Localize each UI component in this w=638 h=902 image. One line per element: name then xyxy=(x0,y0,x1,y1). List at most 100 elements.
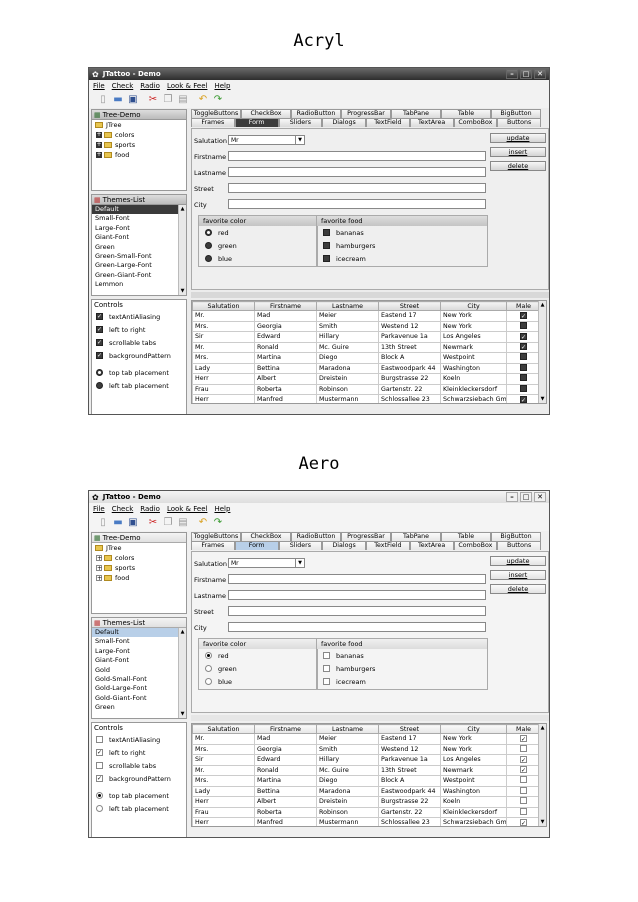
table-cell[interactable]: Kleinkleckersdorf xyxy=(440,383,507,395)
city-field[interactable] xyxy=(228,622,486,632)
tab[interactable]: TextArea xyxy=(409,541,454,550)
expand-icon[interactable]: + xyxy=(96,565,102,572)
tree-node[interactable]: + colors xyxy=(92,553,186,563)
table-cell[interactable]: Mustermann xyxy=(316,394,379,403)
table-cell[interactable]: Koeln xyxy=(440,373,507,385)
tree-node[interactable]: + food xyxy=(92,150,186,160)
expand-icon[interactable]: + xyxy=(96,555,102,562)
male-cell[interactable] xyxy=(506,320,541,332)
tab[interactable]: ProgressBar xyxy=(341,109,391,118)
theme-list-item[interactable]: Default xyxy=(92,628,186,638)
color-radio[interactable]: red xyxy=(199,649,317,662)
table-cell[interactable]: Lady xyxy=(192,785,255,797)
checkbox-icon[interactable] xyxy=(323,229,330,236)
table-cell[interactable]: 13th Street xyxy=(378,764,441,776)
table-row[interactable]: Herr Albert Dreistein Burgstrasse 22 Koeln xyxy=(192,373,541,385)
male-cell[interactable] xyxy=(506,362,541,374)
table-row[interactable]: Mrs. Martina Diego Block A Westpoint xyxy=(192,775,541,787)
table-cell[interactable]: Mrs. xyxy=(192,320,255,332)
table-cell[interactable]: Georgia xyxy=(254,743,317,755)
column-header[interactable]: City xyxy=(440,301,507,311)
checkbox-icon[interactable] xyxy=(323,652,330,659)
checkbox-icon[interactable] xyxy=(96,736,103,743)
table-cell[interactable]: Gartenstr. 22 xyxy=(378,806,441,818)
tab[interactable]: ProgressBar xyxy=(341,532,391,541)
radio-icon[interactable] xyxy=(205,242,212,249)
city-field[interactable] xyxy=(228,199,486,209)
control-checkbox[interactable]: scrollable tabs xyxy=(92,759,186,772)
table-cell[interactable]: Georgia xyxy=(254,320,317,332)
table-cell[interactable]: Edward xyxy=(254,754,317,766)
checkbox-icon[interactable]: ✓ xyxy=(96,775,103,782)
tab[interactable]: Form xyxy=(234,541,279,550)
checkbox-icon[interactable] xyxy=(520,744,527,752)
theme-list-item[interactable]: Green xyxy=(92,243,186,252)
insert-button[interactable]: insert xyxy=(490,147,546,157)
column-header[interactable]: Street xyxy=(378,301,441,311)
table-row[interactable]: Mrs. Georgia Smith Westend 12 New York xyxy=(192,743,541,755)
checkbox-icon[interactable]: ✓ xyxy=(520,734,527,743)
checkbox-icon[interactable] xyxy=(323,242,330,249)
male-cell[interactable] xyxy=(506,373,541,385)
table-cell[interactable]: Koeln xyxy=(440,796,507,808)
checkbox-icon[interactable]: ✓ xyxy=(520,343,527,351)
table-row[interactable]: Sir Edward Hillary Parkavenue 1a Los Angeles… xyxy=(192,754,541,766)
table-row[interactable]: Lady Bettina Maradona Eastwoodpark 44 Washin… xyxy=(192,362,541,374)
tab[interactable]: Frames xyxy=(191,118,235,127)
male-cell[interactable]: ✓ xyxy=(506,341,541,353)
table-cell[interactable]: Block A xyxy=(378,352,441,364)
table-cell[interactable]: New York xyxy=(440,310,507,322)
checkbox-icon[interactable] xyxy=(520,786,527,794)
salutation-select[interactable]: Mr ▼ xyxy=(228,135,305,145)
checkbox-icon[interactable]: ✓ xyxy=(96,339,103,346)
theme-list-item[interactable]: Small-Font xyxy=(92,637,186,646)
split-divider[interactable] xyxy=(191,715,549,721)
lastname-field[interactable] xyxy=(228,167,486,177)
table-cell[interactable]: Martina xyxy=(254,352,317,364)
table-cell[interactable]: Mr. xyxy=(192,341,255,353)
minimize-icon[interactable]: – xyxy=(506,492,518,502)
radio-icon[interactable] xyxy=(96,805,103,812)
table-cell[interactable]: 13th Street xyxy=(378,341,441,353)
cut-icon[interactable]: ✂ xyxy=(147,517,159,529)
table-cell[interactable]: Dreistein xyxy=(316,373,379,385)
tab[interactable]: Buttons xyxy=(497,118,541,127)
column-header[interactable]: Firstname xyxy=(254,724,317,734)
scroll-down-icon[interactable]: ▼ xyxy=(539,818,546,826)
menu-item[interactable]: Check xyxy=(112,82,134,90)
male-cell[interactable] xyxy=(506,785,541,797)
column-header[interactable]: Salutation xyxy=(192,301,255,311)
theme-list-item[interactable]: Lemmon xyxy=(92,280,186,289)
street-field[interactable] xyxy=(228,606,486,616)
table-cell[interactable]: Bettina xyxy=(254,785,317,797)
table-cell[interactable]: Parkavenue 1a xyxy=(378,331,441,343)
table-cell[interactable]: Eastwoodpark 44 xyxy=(378,362,441,374)
title-bar[interactable]: ✿ JTattoo - Demo – □ ✕ xyxy=(89,491,549,503)
title-bar[interactable]: ✿ JTattoo - Demo – □ ✕ xyxy=(89,68,549,80)
table-row[interactable]: Mr. Mad Meier Eastend 17 New York ✓ xyxy=(192,310,541,322)
color-radio[interactable]: green xyxy=(199,239,317,252)
table-cell[interactable]: Eastwoodpark 44 xyxy=(378,785,441,797)
male-cell[interactable] xyxy=(506,352,541,364)
table-cell[interactable]: New York xyxy=(440,743,507,755)
table-cell[interactable]: Schlossallee 23 xyxy=(378,817,441,826)
save-icon[interactable]: ▣ xyxy=(127,517,139,529)
checkbox-icon[interactable]: ✓ xyxy=(520,311,527,320)
column-header[interactable]: Firstname xyxy=(254,301,317,311)
control-checkbox[interactable]: ✓ scrollable tabs xyxy=(92,336,186,349)
table-cell[interactable]: Eastend 17 xyxy=(378,310,441,322)
menu-item[interactable]: File xyxy=(93,505,105,513)
salutation-select[interactable]: Mr ▼ xyxy=(228,558,305,568)
table-row[interactable]: Herr Albert Dreistein Burgstrasse 22 Koeln xyxy=(192,796,541,808)
control-checkbox[interactable]: ✓ left to right xyxy=(92,746,186,759)
checkbox-icon[interactable]: ✓ xyxy=(96,313,103,320)
table-cell[interactable]: Mustermann xyxy=(316,817,379,826)
table-cell[interactable]: Eastend 17 xyxy=(378,733,441,745)
scrollbar[interactable]: ▲ ▼ xyxy=(178,628,186,718)
table-cell[interactable]: Burgstrasse 22 xyxy=(378,796,441,808)
theme-list-item[interactable]: Gold-Small-Font xyxy=(92,675,186,684)
tab[interactable]: TextField xyxy=(366,541,410,550)
firstname-field[interactable] xyxy=(228,574,486,584)
table-cell[interactable]: Mc. Guire xyxy=(316,764,379,776)
tab[interactable]: ToggleButtons xyxy=(191,109,241,118)
